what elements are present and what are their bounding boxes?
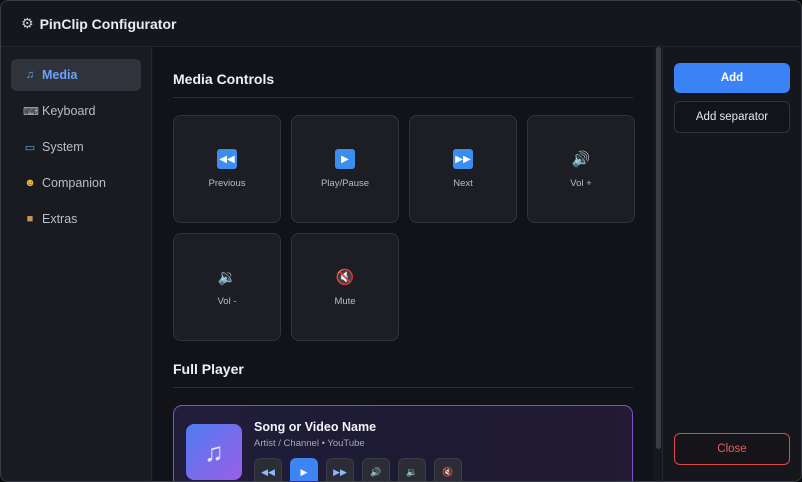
volume-down-icon: 🔉 — [406, 466, 418, 477]
mute-icon: 🔇 — [335, 269, 355, 286]
volume-up-icon: 🔊 — [571, 151, 591, 168]
sidebar-item-label: System — [42, 140, 84, 154]
player-card: ♫ Song or Video Name Artist / Channel • … — [173, 405, 633, 481]
play-icon: ▶ — [300, 466, 308, 477]
actions-panel: Add Add separator Close — [662, 47, 801, 481]
sidebar: ♫ Media ⌨ Keyboard ▭ System ☻ Companion … — [1, 47, 152, 481]
tile-label: Mute — [334, 296, 356, 307]
tile-label: Previous — [208, 178, 246, 189]
title-bar: ⚙ PinClip Configurator — [1, 1, 801, 47]
sidebar-item-system[interactable]: ▭ System — [11, 131, 141, 163]
main-content: Media Controls ◀◀ Previous ▶ Play/Pause … — [153, 47, 653, 481]
media-controls-heading: Media Controls — [173, 47, 633, 98]
fast-forward-icon: ▶▶ — [333, 466, 347, 477]
player-rewind-button[interactable]: ◀◀ — [254, 458, 282, 481]
player-play-button[interactable]: ▶ — [290, 458, 318, 481]
window-title: PinClip Configurator — [39, 15, 177, 32]
mute-icon: 🔇 — [442, 466, 454, 477]
volume-down-icon: 🔉 — [217, 269, 237, 286]
tile-label: Vol + — [570, 178, 592, 189]
rewind-icon: ◀◀ — [217, 149, 237, 169]
add-separator-button[interactable]: Add separator — [674, 101, 790, 133]
full-player-section: Full Player ♫ Song or Video Name Artist … — [173, 349, 633, 481]
sidebar-item-label: Media — [42, 68, 78, 82]
music-note-icon: ♫ — [25, 69, 35, 81]
mute-tile[interactable]: 🔇 Mute — [291, 233, 399, 341]
play-pause-tile[interactable]: ▶ Play/Pause — [291, 115, 399, 223]
full-player-heading: Full Player — [173, 349, 633, 388]
sidebar-item-keyboard[interactable]: ⌨ Keyboard — [11, 95, 141, 127]
app-window: ⚙ PinClip Configurator ♫ Media ⌨ Keyboar… — [0, 0, 802, 482]
sidebar-item-label: Extras — [42, 212, 78, 226]
tile-label: Play/Pause — [320, 178, 370, 189]
next-tile[interactable]: ▶▶ Next — [409, 115, 517, 223]
content-scrollbar[interactable] — [656, 47, 661, 449]
play-icon: ▶ — [335, 149, 355, 169]
media-controls-grid: ◀◀ Previous ▶ Play/Pause ▶▶ Next 🔊 Vol +… — [173, 115, 635, 341]
sidebar-item-companion[interactable]: ☻ Companion — [11, 167, 141, 199]
sidebar-item-extras[interactable]: ■ Extras — [11, 203, 141, 235]
rewind-icon: ◀◀ — [261, 466, 275, 477]
volume-down-tile[interactable]: 🔉 Vol - — [173, 233, 281, 341]
cat-face-icon: ☻ — [24, 177, 36, 189]
player-forward-button[interactable]: ▶▶ — [326, 458, 354, 481]
player-volume-down-button[interactable]: 🔉 — [398, 458, 426, 481]
volume-up-tile[interactable]: 🔊 Vol + — [527, 115, 635, 223]
song-subtitle: Artist / Channel • YouTube — [254, 438, 365, 449]
sidebar-item-label: Companion — [42, 176, 106, 190]
player-mute-button[interactable]: 🔇 — [434, 458, 462, 481]
fast-forward-icon: ▶▶ — [453, 149, 473, 169]
volume-up-icon: 🔊 — [370, 466, 382, 477]
song-title: Song or Video Name — [254, 420, 377, 434]
laptop-icon: ▭ — [24, 141, 36, 154]
close-button[interactable]: Close — [674, 433, 790, 465]
package-icon: ■ — [26, 213, 34, 225]
previous-tile[interactable]: ◀◀ Previous — [173, 115, 281, 223]
sidebar-item-label: Keyboard — [42, 104, 96, 118]
sidebar-item-media[interactable]: ♫ Media — [11, 59, 141, 91]
gear-icon: ⚙ — [21, 15, 34, 31]
music-notes-icon: ♫ — [186, 424, 242, 480]
player-volume-up-button[interactable]: 🔊 — [362, 458, 390, 481]
keyboard-icon: ⌨ — [23, 105, 39, 118]
tile-label: Next — [453, 178, 473, 189]
add-button[interactable]: Add — [674, 63, 790, 93]
tile-label: Vol - — [217, 296, 237, 307]
player-controls: ◀◀ ▶ ▶▶ 🔊 🔉 🔇 — [254, 458, 462, 481]
